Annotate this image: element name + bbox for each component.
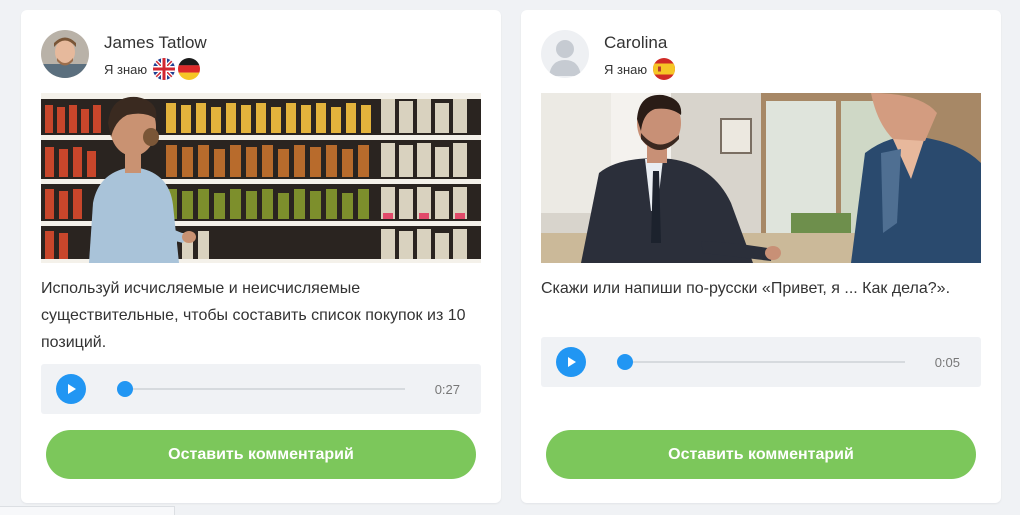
play-button[interactable] — [556, 347, 586, 377]
exercise-photo — [541, 93, 981, 263]
audio-duration: 0:05 — [934, 355, 960, 370]
leave-comment-button[interactable]: Оставить комментарий — [46, 430, 476, 479]
knows-label: Я знаю — [104, 61, 148, 77]
avatar[interactable] — [41, 30, 89, 78]
author-name[interactable]: Carolina — [604, 33, 667, 53]
languages-known: Я знаю — [604, 58, 678, 80]
audio-progress-track[interactable] — [125, 388, 405, 390]
play-button[interactable] — [56, 374, 86, 404]
languages-known: Я знаю — [104, 58, 203, 80]
audio-duration: 0:27 — [434, 382, 460, 397]
task-text: Используй исчисляемые и неисчисляемые су… — [41, 280, 466, 351]
author-name[interactable]: James Tatlow — [104, 33, 207, 53]
audio-progress-track[interactable] — [625, 361, 905, 363]
spain-flag-icon — [653, 58, 676, 80]
germany-flag-icon — [178, 58, 201, 80]
audio-player: 0:05 — [541, 337, 981, 387]
footer-edge — [0, 506, 175, 515]
exercise-card: James Tatlow Я знаю Используй исчисляемы… — [21, 10, 501, 503]
avatar[interactable] — [541, 30, 589, 78]
knows-label: Я знаю — [604, 61, 648, 77]
audio-progress-knob[interactable] — [617, 354, 633, 370]
card-header: James Tatlow Я знаю — [41, 30, 481, 80]
exercise-card: Carolina Я знаю Скажи или напиши по-русс… — [521, 10, 1001, 503]
exercise-photo — [41, 93, 481, 263]
audio-player: 0:27 — [41, 364, 481, 414]
uk-flag-icon — [153, 58, 176, 80]
task-text: Скажи или напиши по-русски «Привет, я ..… — [541, 280, 951, 297]
leave-comment-button[interactable]: Оставить комментарий — [546, 430, 976, 479]
card-header: Carolina Я знаю — [541, 30, 981, 80]
audio-progress-knob[interactable] — [117, 381, 133, 397]
